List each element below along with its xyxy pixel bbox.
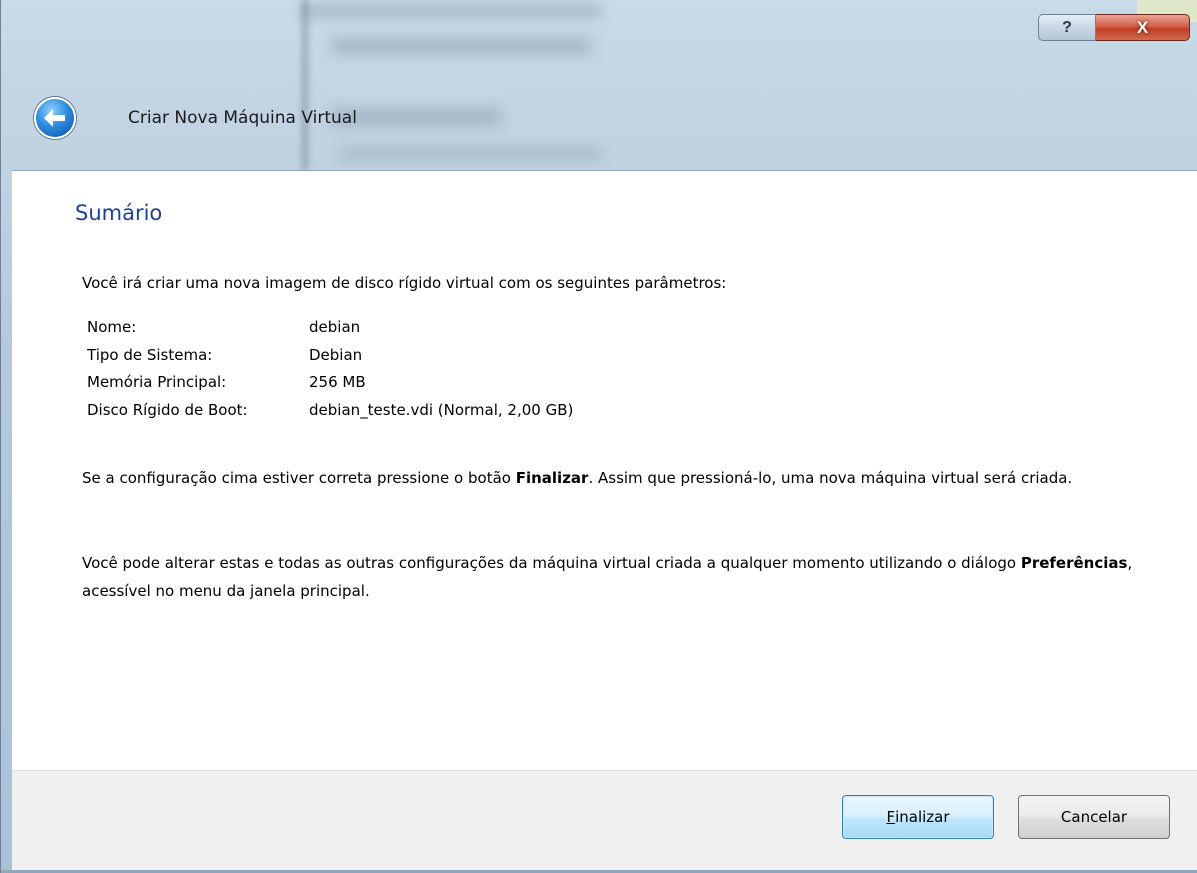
parameter-row: Memória Principal: 256 MB: [87, 373, 573, 401]
background-blur: [341, 148, 601, 160]
parameter-value: debian: [309, 318, 361, 336]
page-heading: Sumário: [75, 201, 163, 225]
back-button[interactable]: [34, 97, 76, 139]
text: . Assim que pressioná-lo, uma nova máqui…: [588, 469, 1073, 487]
dialog-window: ? X Criar Nova Máquina Virtual Sumário V…: [0, 0, 1197, 873]
parameter-label: Memória Principal:: [87, 373, 227, 391]
parameter-list: Nome: debian Tipo de Sistema: Debian Mem…: [87, 318, 573, 428]
parameter-value: debian_teste.vdi (Normal, 2,00 GB): [309, 400, 574, 419]
background-blur: [301, 4, 601, 18]
button-label: inalizar: [895, 808, 950, 826]
mnemonic-letter: F: [886, 808, 896, 826]
intro-text: Você irá criar uma nova imagem de disco …: [82, 274, 727, 292]
text: Você pode alterar estas e todas as outra…: [82, 554, 1021, 572]
background-blur: [331, 38, 591, 54]
help-button[interactable]: ?: [1038, 14, 1096, 41]
close-icon: X: [1136, 17, 1149, 37]
parameter-row: Nome: debian: [87, 318, 573, 346]
button-bar: Finalizar Cancelar: [12, 770, 1197, 870]
finish-button[interactable]: Finalizar: [842, 795, 994, 839]
window-title: Criar Nova Máquina Virtual: [128, 108, 357, 128]
close-button[interactable]: X: [1096, 14, 1190, 41]
parameter-row: Tipo de Sistema: Debian: [87, 346, 573, 374]
caption-buttons: ? X: [1038, 14, 1190, 42]
parameter-label: Tipo de Sistema:: [87, 345, 213, 364]
help-icon: ?: [1062, 18, 1072, 36]
cancel-button[interactable]: Cancelar: [1018, 795, 1170, 839]
bold-text: Preferências: [1020, 554, 1128, 572]
back-arrow-icon: [44, 109, 65, 127]
parameter-label: Disco Rígido de Boot:: [87, 400, 248, 419]
settings-note: Você pode alterar estas e todas as outra…: [82, 549, 1182, 605]
parameter-value: 256 MB: [309, 373, 366, 391]
bold-text: Finalizar: [515, 469, 589, 487]
background-blur: [301, 0, 309, 170]
parameter-row: Disco Rígido de Boot: debian_teste.vdi (…: [87, 401, 573, 429]
text: Se a configuração cima estiver correta p…: [82, 469, 516, 487]
wizard-page: Sumário Você irá criar uma nova imagem d…: [12, 170, 1197, 770]
confirm-instructions: Se a configuração cima estiver correta p…: [82, 464, 1182, 492]
parameter-label: Nome:: [87, 318, 137, 336]
parameter-value: Debian: [309, 345, 363, 364]
button-label: Cancelar: [1060, 808, 1128, 826]
